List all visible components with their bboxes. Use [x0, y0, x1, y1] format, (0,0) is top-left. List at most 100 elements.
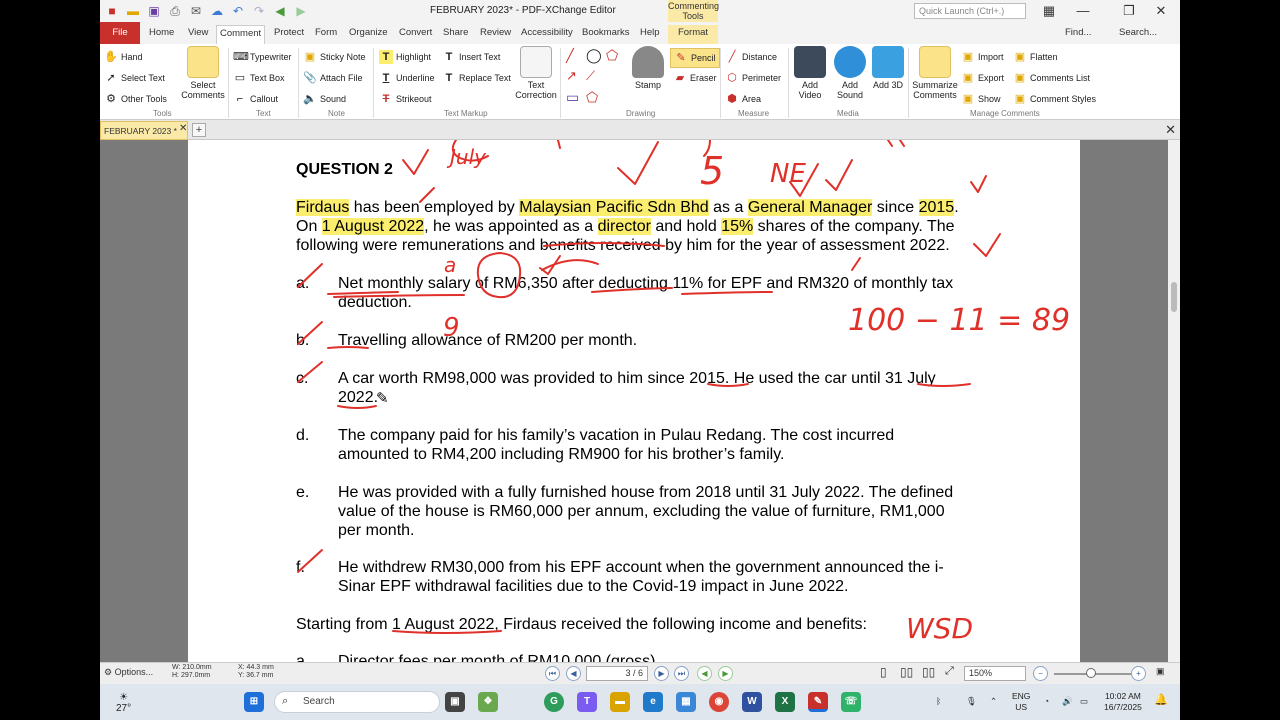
weather-widget[interactable]: ☀ 27° — [116, 692, 131, 714]
scan-icon[interactable]: ☁ — [208, 3, 226, 19]
file-explorer-icon[interactable]: ▬ — [610, 692, 630, 712]
facing-pages-icon[interactable]: ▯▯ — [922, 665, 935, 679]
select-comments-button[interactable]: Select Comments — [180, 46, 226, 100]
back-icon[interactable]: ◀ — [271, 3, 289, 19]
grammarly-icon[interactable]: G — [544, 692, 564, 712]
rectangle-tool[interactable]: ▭ — [566, 89, 579, 106]
highlight-tool[interactable]: T Highlight — [379, 50, 431, 64]
sound-tool[interactable]: 🔈 Sound — [303, 92, 346, 106]
battery-icon[interactable]: ▭ — [1080, 696, 1088, 707]
attach-file-tool[interactable]: 📎 Attach File — [303, 71, 362, 85]
zoom-out-button[interactable]: − — [1033, 666, 1048, 681]
chrome-icon[interactable]: ◉ — [709, 692, 729, 712]
tab-protect[interactable]: Protect — [271, 25, 307, 44]
fullscreen-icon[interactable]: ▣ — [1156, 666, 1165, 677]
sticky-note-tool[interactable]: ▣ Sticky Note — [303, 50, 366, 64]
wifi-icon[interactable]: ◔ — [1044, 696, 1049, 707]
distance-tool[interactable]: ╱ Distance — [725, 50, 777, 64]
edge-icon[interactable]: e — [643, 692, 663, 712]
next-page-button[interactable]: ▶ — [654, 666, 669, 681]
open-folder-icon[interactable]: ▬ — [124, 3, 142, 19]
text-correction-button[interactable]: Text Correction — [512, 46, 560, 100]
tab-format[interactable]: Format — [668, 25, 718, 44]
tab-help[interactable]: Help — [637, 25, 663, 44]
undo-icon[interactable]: ↶ — [229, 3, 247, 19]
first-page-button[interactable]: ⏮ — [545, 666, 560, 681]
tab-bookmarks[interactable]: Bookmarks — [579, 25, 633, 44]
tab-form[interactable]: Form — [312, 25, 340, 44]
zoom-level-select[interactable]: 150% — [964, 666, 1026, 681]
export-button[interactable]: ▣ Export — [961, 71, 1004, 85]
minimize-button[interactable]: — — [1068, 2, 1098, 20]
close-button[interactable]: ✕ — [1146, 2, 1176, 20]
print-icon[interactable]: ⎙ — [166, 3, 184, 19]
email-icon[interactable]: ✉ — [187, 3, 205, 19]
page-number-input[interactable]: 3 / 6 — [586, 666, 648, 681]
forward-view-button[interactable]: ▶ — [718, 666, 733, 681]
last-page-button[interactable]: ⏭ — [674, 666, 689, 681]
show-hidden-icons[interactable]: ⌃ — [990, 696, 997, 707]
close-tab-icon[interactable]: ✕ — [179, 123, 187, 134]
comment-styles-button[interactable]: ▣ Comment Styles — [1013, 92, 1096, 106]
back-view-button[interactable]: ◀ — [697, 666, 712, 681]
line-tool[interactable]: ╱ — [566, 48, 574, 64]
quick-launch-input[interactable]: Quick Launch (Ctrl+.) — [914, 3, 1026, 19]
microphone-icon[interactable]: 🎙 — [966, 696, 977, 707]
excel-icon[interactable]: X — [775, 692, 795, 712]
pencil-tool[interactable]: ✎ Pencil — [670, 48, 720, 68]
widget-app-icon[interactable]: ❖ — [478, 692, 498, 712]
continuous-page-icon[interactable]: ▯▯ — [900, 665, 913, 679]
store-icon[interactable]: ▦ — [676, 692, 696, 712]
hand-tool[interactable]: ✋ Hand — [104, 50, 142, 64]
single-page-icon[interactable]: ▯ — [880, 665, 887, 679]
perimeter-tool[interactable]: ⬡ Perimeter — [725, 71, 781, 85]
select-text-tool[interactable]: ➚ Select Text — [104, 71, 164, 85]
add-3d-button[interactable]: Add 3D — [870, 46, 906, 90]
zoom-slider-handle[interactable] — [1086, 668, 1096, 678]
tab-file[interactable]: File — [100, 22, 140, 44]
forward-icon[interactable]: ▶ — [292, 3, 310, 19]
replace-text-tool[interactable]: T Replace Text — [442, 71, 511, 85]
volume-icon[interactable]: 🔊 — [1062, 696, 1073, 707]
vertical-scrollbar[interactable] — [1168, 140, 1180, 662]
pdf-xchange-taskbar-icon[interactable]: ✎ — [808, 692, 828, 712]
oval-tool[interactable]: ◯ — [586, 47, 602, 64]
scrollbar-thumb[interactable] — [1171, 282, 1177, 312]
tab-home[interactable]: Home — [146, 25, 177, 44]
taskbar-search-box[interactable]: Search — [274, 691, 440, 713]
redo-icon[interactable]: ↷ — [250, 3, 268, 19]
polyline-tool[interactable]: ⟋ — [586, 68, 595, 84]
whatsapp-icon[interactable]: ☏ — [841, 692, 861, 712]
ribbon-options-icon[interactable]: ▦ — [1034, 2, 1064, 20]
start-button[interactable]: ⊞ — [244, 692, 264, 712]
zoom-in-button[interactable]: + — [1131, 666, 1146, 681]
tab-convert[interactable]: Convert — [396, 25, 435, 44]
polygon-tool[interactable]: ⬠ — [606, 47, 618, 64]
comments-list-button[interactable]: ▣ Comments List — [1013, 71, 1090, 85]
teams-icon[interactable]: T — [577, 692, 597, 712]
save-icon[interactable]: ▣ — [145, 3, 163, 19]
add-video-button[interactable]: Add Video — [790, 46, 830, 100]
add-sound-button[interactable]: Add Sound — [830, 46, 870, 100]
strikeout-tool[interactable]: T Strikeout — [379, 92, 432, 106]
fit-page-icon[interactable]: ⤢ — [945, 665, 954, 678]
area-tool[interactable]: ⬢ Area — [725, 92, 761, 106]
typewriter-tool[interactable]: ⌨ Typewriter — [233, 50, 292, 64]
stamp-button[interactable]: Stamp — [630, 46, 666, 90]
document-viewport[interactable]: QUESTION 2 Firdaus has been employed by … — [100, 140, 1168, 662]
tab-view[interactable]: View — [185, 25, 211, 44]
bluetooth-icon[interactable]: ᛒ — [936, 696, 941, 707]
options-menu[interactable]: ⚙ Options... — [104, 667, 153, 678]
flatten-button[interactable]: ▣ Flatten — [1013, 50, 1058, 64]
wps-icon[interactable]: W — [742, 692, 762, 712]
insert-text-tool[interactable]: T Insert Text — [442, 50, 501, 64]
summarize-comments-button[interactable]: Summarize Comments — [910, 46, 960, 100]
tab-review[interactable]: Review — [477, 25, 514, 44]
tab-organize[interactable]: Organize — [346, 25, 391, 44]
cloud-tool[interactable]: ⬠ — [586, 89, 598, 106]
tab-comment[interactable]: Comment — [216, 25, 266, 44]
tab-accessibility[interactable]: Accessibility — [518, 25, 576, 44]
tab-share[interactable]: Share — [440, 25, 471, 44]
underline-tool[interactable]: T Underline — [379, 71, 435, 85]
task-view-icon[interactable]: ▣ — [445, 692, 465, 712]
